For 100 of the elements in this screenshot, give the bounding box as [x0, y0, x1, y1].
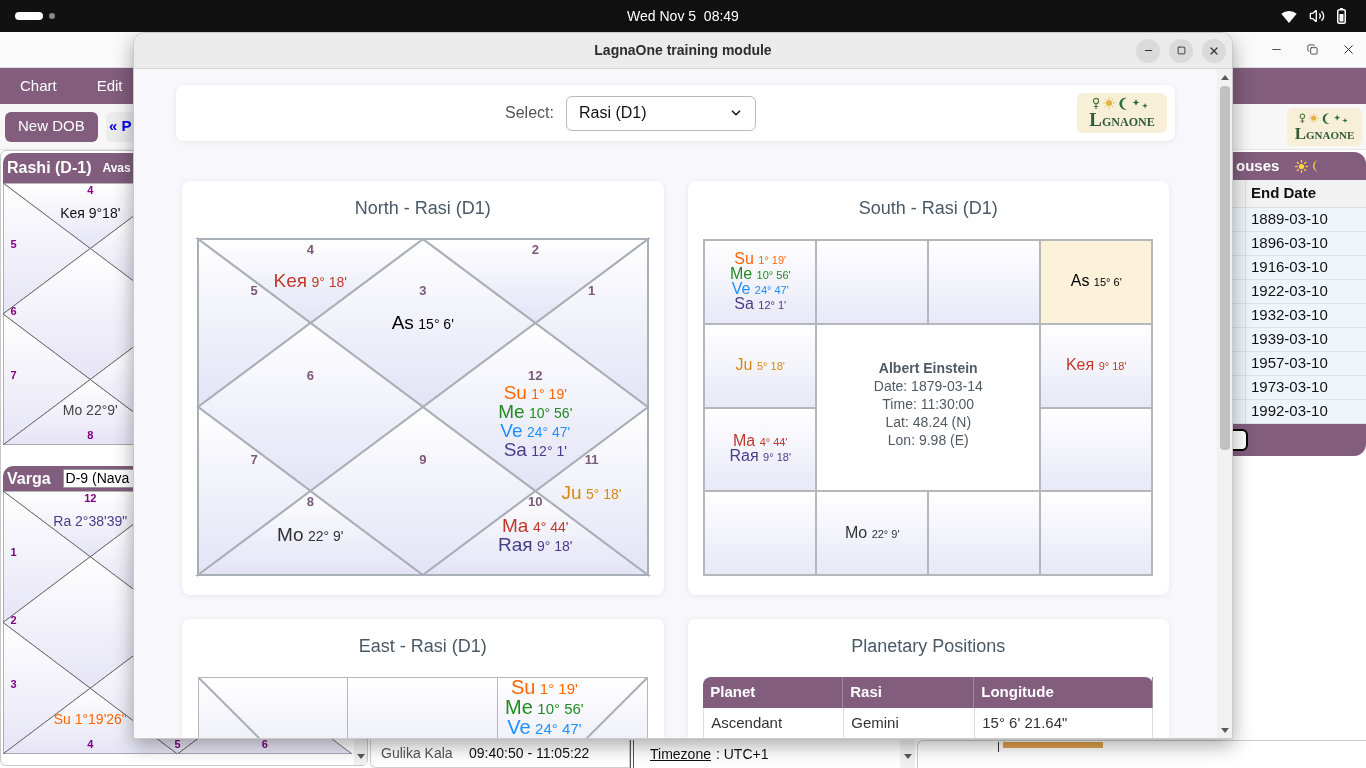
scroll-down-icon[interactable]	[903, 754, 912, 759]
card-title: East - Rasi (D1)	[358, 635, 487, 657]
house-number: 8	[306, 494, 314, 508]
house-number: 11	[584, 452, 599, 466]
birth-detail: Lat: 48.24 (N)	[885, 412, 972, 431]
birth-detail: Time: 11:30:00	[882, 394, 975, 413]
select-label: Select:	[505, 103, 554, 123]
table-cell-text: 1992-03-10	[1250, 401, 1328, 422]
scroll-up-icon[interactable]	[1220, 75, 1229, 80]
card-title: South - Rasi (D1)	[858, 197, 998, 219]
house-number: 8	[87, 429, 94, 441]
planet-label: Mo 22°9'	[62, 403, 118, 418]
timezone-value: : UTC+1	[715, 744, 769, 764]
native-name: Albert Einstein	[878, 358, 978, 377]
maximize-button[interactable]	[1169, 38, 1193, 63]
planet-label: Keя 9° 18'	[1065, 358, 1127, 374]
birth-detail: Date: 1879-03-14	[873, 376, 983, 395]
maximize-icon	[1176, 46, 1186, 55]
house-number: 6	[261, 738, 268, 750]
table-cell: 15° 6' 21.64"	[975, 708, 1154, 738]
planet-label: Sa 12° 1'	[503, 441, 567, 461]
volume-icon[interactable]	[1309, 8, 1325, 24]
planet-label: Su 1° 19'	[503, 384, 567, 404]
table-cell-text: 1957-03-10	[1250, 353, 1328, 374]
card-title: Planetary Positions	[851, 635, 1006, 657]
table-cell-text: 1896-03-10	[1250, 233, 1328, 254]
battery-icon[interactable]	[1337, 8, 1346, 24]
table-cell-text: 1916-03-10	[1250, 257, 1328, 278]
planet-label: Mo 22° 9'	[277, 525, 344, 545]
house-number: 2	[531, 242, 539, 256]
logo-wordmark: LGNAONE	[1294, 124, 1355, 142]
house-number: 9	[419, 452, 427, 466]
planet-label: Ju 5° 18'	[561, 483, 622, 503]
scroll-thumb[interactable]	[1219, 86, 1230, 450]
house-number: 5	[10, 238, 17, 250]
scroll-down-icon[interactable]	[356, 754, 365, 759]
house-number: 5	[174, 738, 181, 750]
planet-label: Ju 5° 18'	[735, 358, 785, 374]
panel-title: Varga	[7, 468, 51, 489]
info-label: Gulika Kala	[381, 744, 454, 763]
planet-label: Ma 4° 44'	[502, 517, 569, 537]
table-cell: Gemini	[844, 708, 976, 738]
house-number: 4	[306, 242, 314, 256]
planet-label: Keя 9°18'	[60, 206, 121, 221]
planet-label: Me 10° 56'	[729, 266, 791, 282]
birth-detail: Lon: 9.98 (E)	[887, 430, 969, 449]
sun-icon	[1295, 159, 1309, 173]
house-number: 12	[528, 368, 543, 382]
table-cell-text: 1939-03-10	[1250, 329, 1328, 350]
planet-label: Raя 9° 18'	[729, 449, 791, 465]
planet-label: Raя 9° 18'	[497, 536, 573, 556]
menu-item[interactable]: Edit	[96, 74, 123, 98]
card-title: North - Rasi (D1)	[354, 197, 491, 219]
house-number: 7	[250, 452, 258, 466]
house-number: 5	[250, 283, 258, 297]
planet-label: Ve 24° 47'	[731, 281, 789, 297]
house-number: 12	[84, 492, 97, 504]
planet-label: Ve 24° 47'	[507, 718, 582, 738]
table-cell: Ascendant	[704, 708, 845, 738]
planet-label: Me 10° 56'	[498, 403, 573, 423]
house-number: 7	[10, 369, 17, 381]
house-number: 6	[10, 305, 17, 317]
table-cell-text: 1889-03-10	[1250, 209, 1328, 230]
info-value: 09:40:50 - 11:05:22	[469, 744, 590, 763]
scroll-down-icon[interactable]	[1220, 728, 1229, 733]
house-number: 10	[528, 494, 543, 508]
planet-label: Sa 12° 1'	[734, 296, 787, 312]
menu-item[interactable]: Chart	[20, 74, 57, 98]
panel-tab[interactable]: Avas	[102, 159, 131, 177]
planet-label: Su 1° 19'	[510, 678, 578, 698]
planet-label: Su 1° 19'	[734, 251, 787, 267]
planet-label: As 15° 6'	[1070, 274, 1122, 290]
planet-label: Keя 9° 18'	[273, 271, 347, 291]
planet-label: Ra 2°38'39"	[53, 514, 128, 529]
planet-label: Me 10° 56'	[505, 698, 584, 718]
planet-label: Mo 22° 9'	[844, 525, 900, 541]
table-cell-text: 1973-03-10	[1250, 377, 1328, 398]
house-number: 2	[10, 614, 17, 626]
restore-icon	[1306, 44, 1318, 55]
logo-wordmark: LGNAONE	[1089, 110, 1155, 129]
chart-select[interactable]: Rasi (D1)	[565, 95, 756, 131]
planet-label: As 15° 6'	[391, 313, 454, 333]
toolbar-button[interactable]: « P	[105, 111, 135, 142]
clock[interactable]: Wed Nov 5 08:49	[627, 5, 739, 27]
house-number: 3	[10, 678, 17, 690]
table-cell-text: 1932-03-10	[1250, 305, 1328, 326]
timezone-link[interactable]: Timezone	[650, 743, 711, 765]
house-number: 1	[10, 546, 17, 558]
toolbar-button[interactable]: New DOB	[5, 111, 98, 142]
planet-label: Su 1°19'26"	[53, 712, 127, 727]
house-number: 6	[306, 368, 314, 382]
active-workspace-icon[interactable]	[15, 12, 43, 20]
house-number: 1	[587, 283, 596, 297]
panel-title: ouses	[1236, 155, 1280, 176]
planet-label: Ve 24° 47'	[500, 422, 571, 442]
house-number: 3	[419, 283, 427, 297]
column-header: End Date	[1250, 183, 1316, 204]
wifi-icon[interactable]	[1281, 9, 1297, 23]
dialog-title: LagnaOne training module	[594, 41, 772, 60]
planet-label: Ma 4° 44'	[732, 434, 788, 450]
